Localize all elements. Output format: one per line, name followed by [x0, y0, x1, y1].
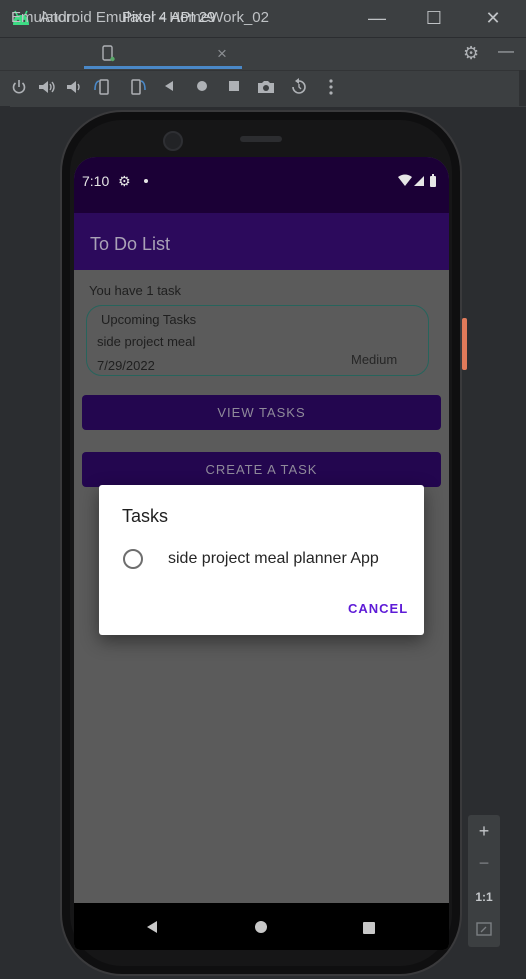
card-task-name: side project meal — [97, 334, 196, 349]
card-priority: Medium — [351, 352, 398, 367]
zoom-in-button[interactable]: + — [468, 821, 500, 842]
screenshot-icon[interactable] — [255, 78, 277, 100]
cancel-button[interactable]: CANCEL — [348, 601, 408, 616]
toolbar-overflow — [519, 70, 526, 106]
emulator-tab-bar — [0, 37, 526, 71]
fit-screen-icon[interactable] — [476, 922, 492, 936]
snapshot-icon[interactable] — [288, 78, 310, 100]
zoom-out-button[interactable]: − — [468, 853, 500, 874]
card-date: 7/29/2022 — [97, 358, 155, 373]
home-icon[interactable] — [191, 78, 213, 100]
dialog-title: Tasks — [122, 506, 169, 526]
emulator-label: Emulator: — [11, 9, 76, 26]
volume-up-icon[interactable] — [36, 78, 58, 100]
side-strip — [0, 106, 10, 979]
status-gear-icon: ⚙ — [118, 173, 131, 189]
tasks-dialog: Tasks side project meal planner App CANC… — [99, 485, 424, 635]
device-icon — [101, 45, 115, 62]
rotate-right-icon[interactable] — [126, 78, 148, 100]
card-heading: Upcoming Tasks — [101, 312, 197, 327]
app-title: To Do List — [90, 234, 171, 254]
rotate-left-icon[interactable] — [92, 78, 114, 100]
tab-active-indicator — [84, 66, 242, 69]
zoom-ratio-button[interactable]: 1:1 — [468, 890, 500, 904]
earpiece-speaker — [240, 136, 282, 142]
maximize-button[interactable]: ☐ — [422, 6, 446, 30]
nav-back-icon[interactable] — [145, 920, 159, 939]
settings-gear-icon[interactable]: ⚙ — [463, 43, 479, 64]
front-camera — [163, 131, 183, 151]
power-icon[interactable] — [8, 78, 30, 100]
tab-label: Pixel 4 API 29 — [122, 9, 216, 26]
more-icon[interactable] — [320, 78, 342, 100]
device-power-button[interactable] — [462, 318, 467, 370]
nav-overview-icon[interactable] — [363, 921, 375, 939]
view-tasks-button[interactable]: VIEW TASKS — [82, 395, 441, 430]
radio-button-icon[interactable] — [123, 549, 143, 569]
nav-home-icon[interactable] — [254, 920, 268, 939]
tab-close-icon[interactable]: × — [217, 44, 227, 64]
overview-icon[interactable] — [223, 78, 245, 100]
task-count: You have 1 task — [89, 283, 182, 298]
hide-panel-icon[interactable]: — — [498, 43, 514, 61]
dialog-option[interactable]: side project meal planner App — [168, 550, 379, 568]
back-icon[interactable] — [158, 78, 180, 100]
close-button[interactable]: ✕ — [481, 6, 505, 30]
status-icons — [398, 174, 442, 188]
minimize-button[interactable]: — — [365, 6, 389, 30]
create-task-button[interactable]: CREATE A TASK — [82, 452, 441, 487]
notification-dot-icon — [144, 179, 148, 183]
volume-down-icon[interactable] — [63, 78, 85, 100]
status-clock: 7:10 — [82, 173, 110, 189]
